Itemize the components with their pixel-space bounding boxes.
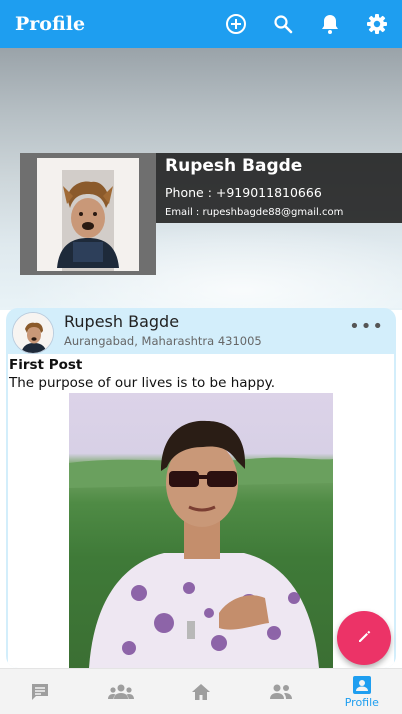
post-author-name[interactable]: Rupesh Bagde (64, 312, 179, 331)
app-bar: Profile (0, 0, 402, 48)
profile-phone: Phone : +919011810666 (165, 185, 322, 200)
nav-groups[interactable] (80, 669, 160, 714)
bottom-navigation: Profile (0, 668, 402, 714)
nav-profile-label: Profile (344, 695, 379, 709)
post-text: The purpose of our lives is to be happy. (9, 375, 276, 391)
post-location: Aurangabad, Maharashtra 431005 (64, 334, 262, 348)
profile-icon (352, 675, 371, 694)
home-icon (192, 683, 211, 700)
post-card: Rupesh Bagde Aurangabad, Maharashtra 431… (6, 308, 396, 668)
page-title: Profile (15, 13, 86, 35)
add-circle-icon[interactable] (224, 12, 248, 36)
nav-chat[interactable] (0, 669, 80, 714)
post-header: Rupesh Bagde Aurangabad, Maharashtra 431… (6, 308, 396, 354)
profile-email: Email : rupeshbagde88@gmail.com (165, 207, 344, 218)
nav-home[interactable] (161, 669, 241, 714)
avatar[interactable] (37, 158, 139, 271)
people-icon (270, 684, 293, 699)
nav-profile[interactable]: Profile (322, 669, 402, 714)
bell-icon[interactable] (318, 12, 342, 36)
groups-icon (107, 684, 134, 699)
nav-people[interactable] (241, 669, 321, 714)
gear-icon[interactable] (365, 12, 389, 36)
profile-name: Rupesh Bagde (165, 156, 303, 176)
compose-post-button[interactable] (337, 611, 391, 665)
search-icon[interactable] (271, 12, 295, 36)
post-body: First Post The purpose of our lives is t… (8, 354, 394, 668)
post-author-avatar[interactable] (12, 312, 54, 354)
chat-icon (32, 683, 49, 700)
pencil-icon (356, 628, 372, 648)
post-title: First Post (9, 357, 83, 373)
more-options-icon[interactable]: ••• (349, 316, 384, 337)
post-image[interactable] (69, 393, 333, 668)
